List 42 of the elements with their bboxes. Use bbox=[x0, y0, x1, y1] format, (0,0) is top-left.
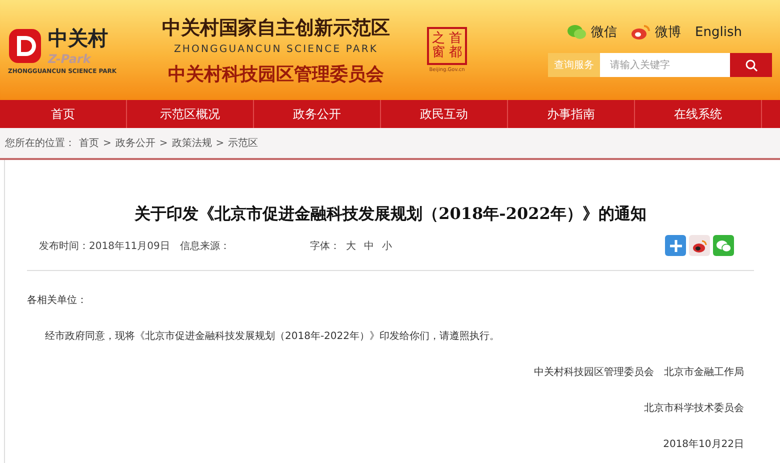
signature-line: 2018年10月22日 bbox=[662, 438, 744, 451]
breadcrumb-prefix: 您所在的位置： bbox=[5, 136, 75, 150]
social-link[interactable]: 微信 bbox=[567, 23, 618, 41]
site-title: 中关村国家自主创新示范区 bbox=[162, 16, 390, 40]
logo-icon bbox=[8, 28, 42, 64]
font-size-link[interactable]: 大 bbox=[346, 238, 356, 252]
social-link[interactable]: 微博 bbox=[631, 23, 682, 41]
weibo-icon bbox=[631, 24, 652, 40]
info-source: 信息来源： bbox=[180, 240, 230, 252]
logo-brand: Z-Park bbox=[48, 52, 92, 66]
search-label: 查询服务 bbox=[548, 53, 600, 77]
seal-text: 之窗 bbox=[432, 32, 445, 60]
plus-icon bbox=[668, 238, 682, 252]
font-size-link[interactable]: 小 bbox=[382, 238, 392, 252]
font-size-link[interactable]: 中 bbox=[364, 238, 374, 252]
font-size-label: 字体： bbox=[310, 240, 340, 252]
breadcrumb-separator: > bbox=[216, 138, 224, 148]
body-text: 经市政府同意，现将《北京市促进金融科技发展规划（2018年-2022年）》印发给你们，请遵照执行。 bbox=[45, 330, 501, 343]
chat-bubbles-icon bbox=[716, 238, 732, 252]
weibo-icon bbox=[692, 238, 708, 252]
article-title: 关于印发《北京市促进金融科技发展规划（2018年-2022年）》的通知 bbox=[133, 204, 648, 225]
breadcrumb-link[interactable]: 政务公开 bbox=[115, 136, 156, 150]
breadcrumb-link[interactable]: 示范区 bbox=[228, 136, 258, 150]
breadcrumb-separator: > bbox=[103, 138, 112, 148]
organization-name: 中关村科技园区管理委员会 bbox=[168, 62, 384, 86]
search-field[interactable]: 请输入关键字 bbox=[600, 53, 730, 77]
signature-line: 中关村科技园区管理委员会 北京市金融工作局 bbox=[533, 366, 744, 379]
language-link[interactable]: English bbox=[695, 24, 742, 40]
breadcrumb-link[interactable]: 首页 bbox=[79, 136, 99, 150]
signature-line: 北京市科学技术委员会 bbox=[643, 402, 744, 415]
logo-name: 中关村 bbox=[48, 25, 108, 52]
breadcrumb-link[interactable]: 政策法规 bbox=[172, 136, 212, 150]
salutation: 各相关单位： bbox=[27, 294, 88, 307]
chat-bubbles-icon bbox=[567, 24, 588, 40]
share-button[interactable] bbox=[689, 235, 710, 256]
seal-logo[interactable]: 之窗 首都 bbox=[427, 26, 467, 66]
publish-date: 发布时间：2018年11月09日 bbox=[39, 240, 170, 252]
search-icon bbox=[744, 58, 758, 72]
seal-text: 首都 bbox=[449, 32, 462, 60]
site-subtitle: ZHONGGUANCUN SCIENCE PARK bbox=[174, 44, 378, 54]
breadcrumb-separator: > bbox=[159, 138, 168, 148]
search-button[interactable] bbox=[730, 53, 772, 77]
